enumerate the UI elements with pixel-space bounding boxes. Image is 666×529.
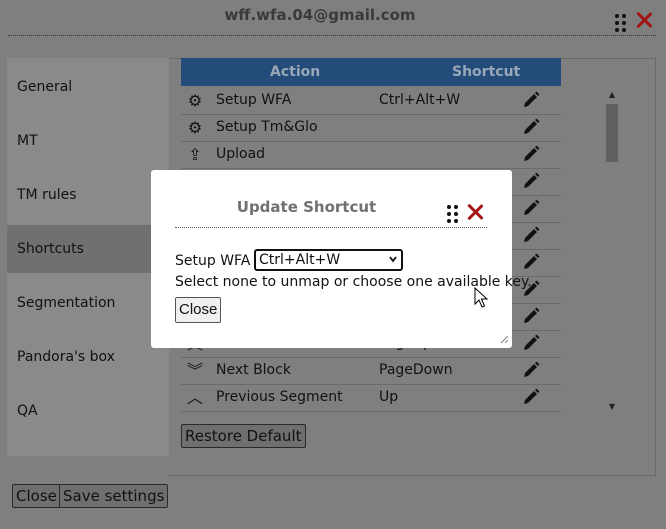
column-header-action: Action	[270, 64, 321, 80]
shortcut-key-select[interactable]: Ctrl+Alt+W	[254, 249, 403, 271]
mouse-cursor-icon	[474, 287, 488, 308]
sidebar-item-segmentation[interactable]: Segmentation	[7, 279, 169, 327]
user-email: wff.wfa.04@gmail.com	[224, 6, 416, 24]
row-shortcut-key: Ctrl+Alt+W	[379, 92, 461, 108]
edit-pencil-icon[interactable]	[521, 117, 541, 137]
close-button[interactable]: Close	[12, 484, 61, 508]
resize-handle-icon[interactable]	[499, 334, 509, 344]
scroll-up-arrow-icon[interactable]: ▲	[604, 90, 620, 99]
row-action-label: Previous Segment	[216, 389, 343, 405]
chevron-double-down-icon: ︾	[186, 361, 203, 380]
table-row[interactable]: ︾ Next Block PageDown	[181, 357, 561, 385]
chevron-up-icon: ︿	[186, 388, 203, 407]
edit-pencil-icon[interactable]	[521, 360, 541, 380]
scroll-down-arrow-icon[interactable]: ▼	[604, 402, 620, 411]
sidebar-item-shortcuts[interactable]: Shortcuts	[7, 225, 169, 273]
drag-handle-icon[interactable]	[447, 205, 458, 223]
dialog-title: Update Shortcut	[236, 198, 377, 216]
sidebar-item-pandoras-box[interactable]: Pandora's box	[7, 333, 169, 381]
close-icon[interactable]	[467, 204, 483, 220]
sidebar-item-general[interactable]: General	[7, 63, 169, 111]
table-row[interactable]: ⚙ Setup WFA Ctrl+Alt+W	[181, 87, 561, 115]
shortcut-key-value: Ctrl+Alt+W	[259, 252, 341, 268]
dialog-divider	[175, 227, 487, 228]
save-settings-button[interactable]: Save settings	[59, 484, 169, 508]
sidebar-item-mt[interactable]: MT	[7, 117, 169, 165]
edit-pencil-icon[interactable]	[521, 144, 541, 164]
table-row[interactable]: ⇪ Upload	[181, 141, 561, 169]
chevron-down-icon	[389, 256, 397, 263]
edit-pencil-icon[interactable]	[521, 171, 541, 191]
table-row[interactable]: ⚙ Setup Tm&Glo	[181, 114, 561, 142]
drag-handle-icon[interactable]	[615, 14, 626, 32]
restore-default-button[interactable]: Restore Default	[181, 424, 306, 448]
row-shortcut-key: Up	[379, 389, 399, 405]
gears-icon: ⚙	[187, 91, 203, 110]
sidebar-item-tm-rules[interactable]: TM rules	[7, 171, 169, 219]
edit-pencil-icon[interactable]	[521, 252, 541, 272]
row-action-label: Next Block	[216, 362, 291, 378]
row-shortcut-key: PageDown	[379, 362, 453, 378]
table-row[interactable]: ︿ Previous Segment Up	[181, 384, 561, 412]
edit-pencil-icon[interactable]	[521, 333, 541, 353]
shortcuts-table-header: Action Shortcut	[181, 58, 561, 86]
row-action-label: Setup WFA	[216, 92, 292, 108]
header-divider	[8, 35, 656, 36]
scroll-thumb[interactable]	[606, 104, 618, 162]
settings-sidebar: General MT TM rules Shortcuts Segmentati…	[7, 58, 169, 456]
gear-icon: ⚙	[187, 118, 203, 137]
dialog-close-button[interactable]: Close	[175, 297, 222, 323]
upload-icon: ⇪	[188, 145, 202, 164]
row-action-label: Setup Tm&Glo	[216, 119, 318, 135]
shortcut-action-label: Setup WFA	[175, 253, 251, 269]
sidebar-item-qa[interactable]: QA	[7, 387, 169, 435]
row-action-label: Upload	[216, 146, 266, 162]
edit-pencil-icon[interactable]	[521, 90, 541, 110]
update-shortcut-dialog: Update Shortcut Setup WFA Ctrl+Alt+W Sel…	[151, 170, 532, 348]
close-icon[interactable]	[636, 12, 652, 28]
edit-pencil-icon[interactable]	[521, 225, 541, 245]
edit-pencil-icon[interactable]	[521, 306, 541, 326]
column-header-shortcut: Shortcut	[452, 64, 521, 80]
edit-pencil-icon[interactable]	[521, 387, 541, 407]
edit-pencil-icon[interactable]	[521, 198, 541, 218]
